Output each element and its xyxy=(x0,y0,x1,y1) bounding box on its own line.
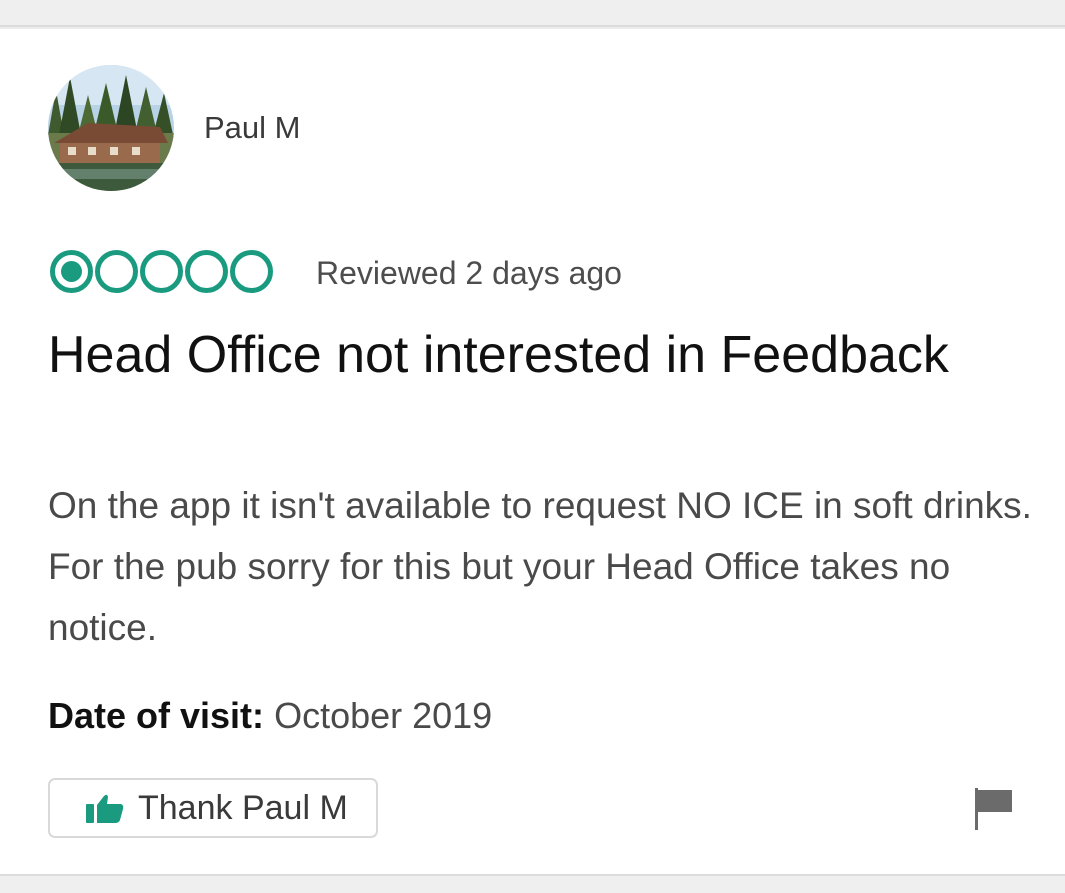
avatar-photo xyxy=(48,65,174,191)
rating-bubble-empty xyxy=(95,250,138,293)
bubble-rating xyxy=(50,250,292,294)
next-card-edge xyxy=(0,874,1065,893)
flag-icon[interactable] xyxy=(972,788,1014,830)
review-card: Paul M Reviewed 2 days ago Head Office n… xyxy=(0,29,1065,874)
thank-reviewer-button[interactable]: Thank Paul M xyxy=(48,778,378,838)
avatar[interactable] xyxy=(48,65,174,191)
thumbs-up-icon xyxy=(86,794,124,823)
rating-bubble-empty xyxy=(140,250,183,293)
previous-card-edge xyxy=(0,0,1065,27)
date-of-visit-value: October 2019 xyxy=(274,695,493,736)
review-title[interactable]: Head Office not interested in Feedback xyxy=(48,321,1038,389)
review-body: On the app it isn't available to request… xyxy=(48,485,1032,648)
rating-bubble-empty xyxy=(230,250,273,293)
rating-bubble-filled xyxy=(50,250,93,293)
review-date: Reviewed 2 days ago xyxy=(316,255,622,291)
reviewer-name[interactable]: Paul M xyxy=(204,109,300,147)
date-of-visit-label: Date of visit: xyxy=(48,695,265,736)
date-of-visit: Date of visit: October 2019 xyxy=(48,693,492,739)
rating-bubble-empty xyxy=(185,250,228,293)
thank-button-label: Thank Paul M xyxy=(138,789,348,827)
